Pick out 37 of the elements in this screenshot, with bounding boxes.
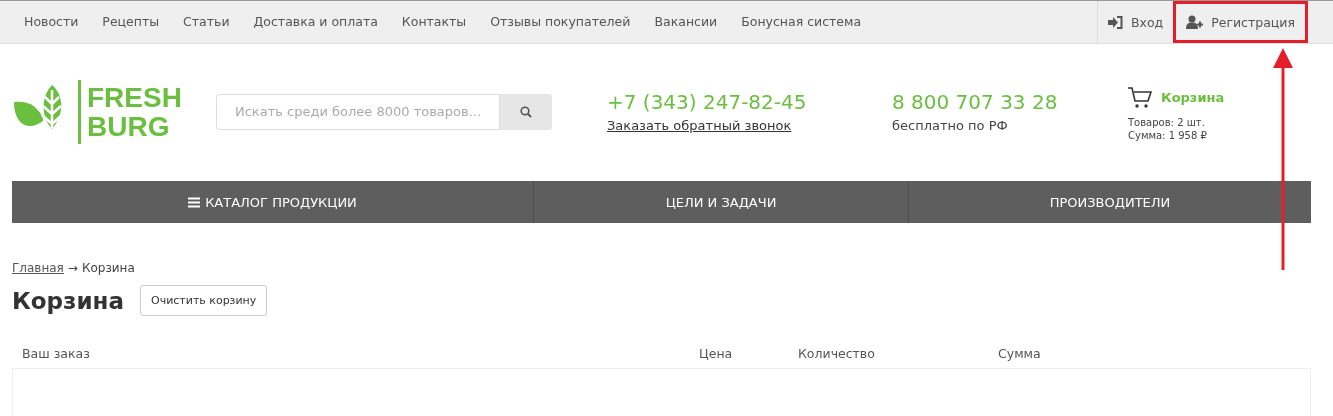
search-button[interactable] [500, 93, 552, 130]
top-nav-link[interactable]: Контакты [389, 1, 479, 43]
main-menu-item[interactable]: ЦЕЛИ И ЗАДАЧИ [534, 181, 909, 223]
column-header: Количество [798, 346, 876, 363]
top-nav-link[interactable]: Новости [12, 1, 91, 43]
top-nav-link[interactable]: Бонусная система [729, 1, 874, 43]
breadcrumb-current: Корзина [81, 261, 135, 275]
top-nav-link[interactable]: Доставка и оплата [241, 1, 390, 43]
account-link[interactable]: Регистрация [1173, 1, 1308, 43]
cart-total: Сумма: 1 958 ₽ [1128, 129, 1208, 141]
main-menu-item[interactable]: КАТАЛОГ ПРОДУКЦИИ [12, 181, 534, 223]
top-nav-link[interactable]: Отзывы покупателей [478, 1, 643, 43]
column-header: Цена [699, 346, 734, 363]
search-icon [520, 105, 532, 118]
menu-icon [188, 196, 201, 208]
account-link[interactable]: Вход [1096, 1, 1174, 43]
page-title: Корзина [12, 287, 124, 314]
main-menu-item[interactable]: ПРОИЗВОДИТЕЛИ [909, 181, 1311, 223]
phone-number: 8 800 707 33 28 [892, 90, 1059, 114]
column-header: Ваш заказ [22, 346, 91, 363]
breadcrumb-separator: → [67, 261, 78, 275]
phone-number: +7 (343) 247-82-45 [607, 90, 808, 114]
top-nav-link[interactable]: Рецепты [90, 1, 172, 43]
phone-note: бесплатно по РФ [892, 118, 1009, 133]
top-nav-link[interactable]: Статьи [171, 1, 242, 43]
top-nav-link[interactable]: Вакансии [642, 1, 730, 43]
logo-text: BURG [87, 111, 171, 141]
login-icon [1107, 15, 1123, 29]
search-field[interactable]: Искать среди более 8000 товаров... [216, 93, 500, 130]
column-header: Сумма [998, 346, 1041, 363]
callback-link[interactable]: Заказать обратный звонок [607, 118, 892, 133]
clear-cart-button[interactable]: Очистить корзину [139, 285, 268, 316]
cart-icon [1128, 86, 1152, 109]
cart-items-count: Товаров: 2 шт. [1128, 116, 1206, 128]
add-user-icon [1186, 15, 1204, 29]
breadcrumb-link[interactable]: Главная [12, 261, 64, 275]
logo-text: FRESH [87, 82, 182, 112]
